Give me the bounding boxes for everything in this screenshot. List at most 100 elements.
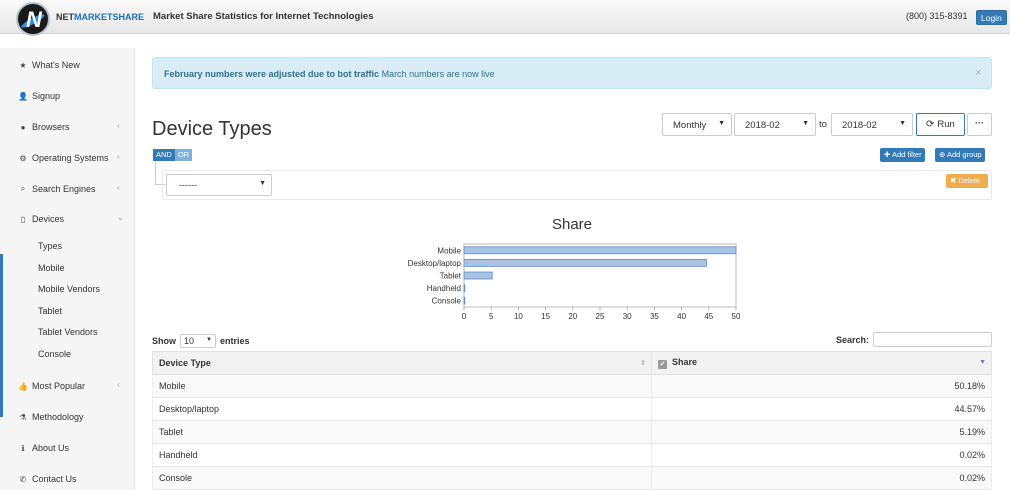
delete-filter-button[interactable]: ✖ Delete [946,174,988,188]
category-label: Handheld [427,284,461,293]
category-label: Mobile [437,246,461,255]
sidebar-item-whats-new[interactable]: ★ What's New [0,53,135,77]
sidebar-subitem-types[interactable]: Types [38,241,62,251]
column-header-share[interactable]: ✓ Share ▼ [651,351,992,375]
sidebar-subitem-mobile-vendors[interactable]: Mobile Vendors [38,284,100,294]
chevron-left-icon: ‹ [117,380,120,389]
column-header-device-type[interactable]: Device Type ⇕ [152,351,652,375]
run-button[interactable]: ⟳ Run [916,113,965,136]
flask-icon: ⚗ [19,412,27,422]
or-button[interactable]: OR [174,149,193,161]
caret-down-icon: ▼ [718,120,725,127]
search-icon: ⌕ [20,184,26,193]
x-tick-label: 40 [677,312,686,321]
sidebar-subitem-mobile[interactable]: Mobile [38,263,65,273]
entries-select[interactable]: 10 ▼ [180,334,216,348]
star-icon: ★ [19,60,27,70]
device-type-cell: Handheld [152,443,652,467]
search-label: Search: [836,335,870,345]
caret-down-icon: ▼ [899,120,906,127]
x-tick-label: 35 [650,312,659,321]
site-tagline: Market Share Statistics for Internet Tec… [153,11,374,22]
and-or-toggle: AND OR [153,149,193,161]
logo-icon[interactable]: N [16,2,50,36]
x-tick-label: 25 [596,312,605,321]
chevron-left-icon: ‹ [117,121,120,130]
and-button[interactable]: AND [153,149,175,161]
sidebar-subitem-console[interactable]: Console [38,349,71,359]
tablet-icon: ▯ [20,214,26,224]
x-tick-label: 15 [541,312,550,321]
refresh-icon: ⟳ [926,119,935,130]
table-search-input[interactable] [873,332,992,347]
add-filter-button[interactable]: ✚ Add filter [880,148,925,162]
device-type-cell: Console [152,466,652,490]
category-label: Tablet [440,272,462,281]
globe-icon: ● [20,122,26,132]
cog-icon: ⚙ [19,153,27,163]
category-label: Desktop/laptop [408,259,462,268]
thumbs-up-icon: 👍 [18,381,28,391]
sidebar-item-about-us[interactable]: ℹ About Us [0,436,135,460]
sidebar-item-most-popular[interactable]: 👍 Most Popular ‹ [0,374,135,398]
sidebar-item-search-engines[interactable]: ⌕ Search Engines ‹ [0,177,135,201]
x-tick-label: 45 [704,312,713,321]
sort-icon: ⇕ [640,360,646,367]
close-icon[interactable]: × [975,67,981,79]
x-tick-label: 50 [732,312,741,321]
to-date-select[interactable]: 2018-02 ▼ [831,113,913,136]
sidebar-item-operating-systems[interactable]: ⚙ Operating Systems ‹ [0,146,135,170]
category-label: Console [432,297,462,306]
login-button[interactable]: Login [976,10,1007,25]
sidebar-subitem-tablet[interactable]: Tablet [38,306,62,316]
x-tick-label: 20 [568,312,577,321]
chevron-left-icon: ‹ [117,152,120,161]
sidebar-subitem-tablet-vendors[interactable]: Tablet Vendors [38,327,98,337]
sidebar-item-contact-us[interactable]: ✆ Contact Us [0,467,135,490]
x-tick-label: 10 [514,312,523,321]
device-type-cell: Mobile [152,374,652,398]
bar-tablet [463,271,493,280]
info-alert: February numbers were adjusted due to bo… [152,57,992,89]
info-icon: ℹ [21,443,25,453]
share-cell: 5.19% [651,420,992,444]
bar-mobile [463,246,737,255]
period-select[interactable]: Monthly ▼ [662,113,732,136]
table-row: Tablet 5.19% [152,420,992,444]
sort-desc-icon: ▼ [979,359,986,366]
table-row: Mobile 50.18% [152,374,992,398]
x-tick-label: 30 [623,312,632,321]
share-cell: 44.57% [651,397,992,421]
filter-field-select[interactable]: ------ ▼ [166,174,272,196]
user-plus-icon: 👤 [18,91,28,101]
sidebar-item-signup[interactable]: 👤 Signup [0,84,135,108]
show-entries-control: Show 10 ▼ entries [152,334,250,348]
plus-icon: ✚ [884,150,891,159]
share-cell: 0.02% [651,443,992,467]
from-date-select[interactable]: 2018-02 ▼ [734,113,816,136]
caret-down-icon: ▼ [206,337,212,343]
sidebar-item-methodology[interactable]: ⚗ Methodology [0,405,135,429]
x-tick-label: 5 [489,312,494,321]
more-options-button[interactable]: ··· [967,113,992,136]
top-header: N NETMARKETSHARE Market Share Statistics… [0,0,1010,36]
bar-handheld [463,284,466,292]
share-cell: 0.02% [651,466,992,490]
bar-console [463,296,466,305]
table-row: Handheld 0.02% [152,443,992,467]
page-title: Device Types [152,118,272,140]
share-cell: 50.18% [651,374,992,398]
sidebar: ★ What's New 👤 Signup ● Browsers ‹ ⚙ Ope… [0,48,135,490]
device-type-cell: Tablet [152,420,652,444]
checkbox-icon[interactable]: ✓ [658,360,667,369]
add-group-button[interactable]: ⊕ Add group [935,148,985,162]
x-icon: ✖ [950,176,957,185]
x-tick-label: 0 [462,312,467,321]
filter-rule-box [162,170,992,200]
sidebar-item-devices[interactable]: ▯ Devices ⌄ [0,207,135,231]
sidebar-item-browsers[interactable]: ● Browsers ‹ [0,115,135,139]
brand-name[interactable]: NETMARKETSHARE [56,12,144,22]
chevron-left-icon: ‹ [117,183,120,192]
share-bar-chart: Mobile Desktop/laptop Tablet Handheld Consol… [408,243,741,321]
phone-icon: ✆ [19,474,27,484]
